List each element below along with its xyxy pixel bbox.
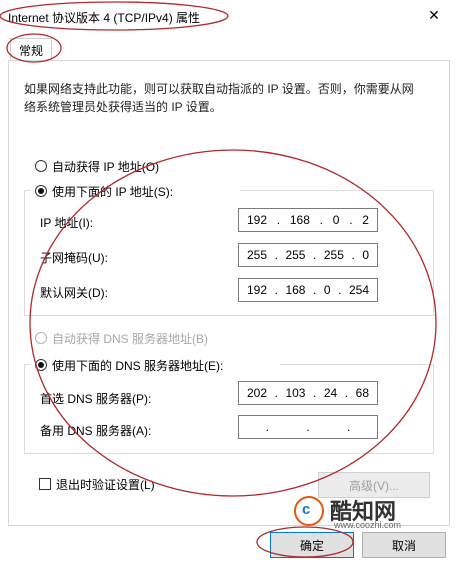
annotation-ellipse-title [0, 1, 229, 31]
annotation-ellipse-settings [29, 149, 437, 497]
annotation-ellipse-tab [6, 33, 62, 63]
annotation-ellipse-ok [256, 526, 354, 558]
annotation-overlay [0, 1, 437, 558]
